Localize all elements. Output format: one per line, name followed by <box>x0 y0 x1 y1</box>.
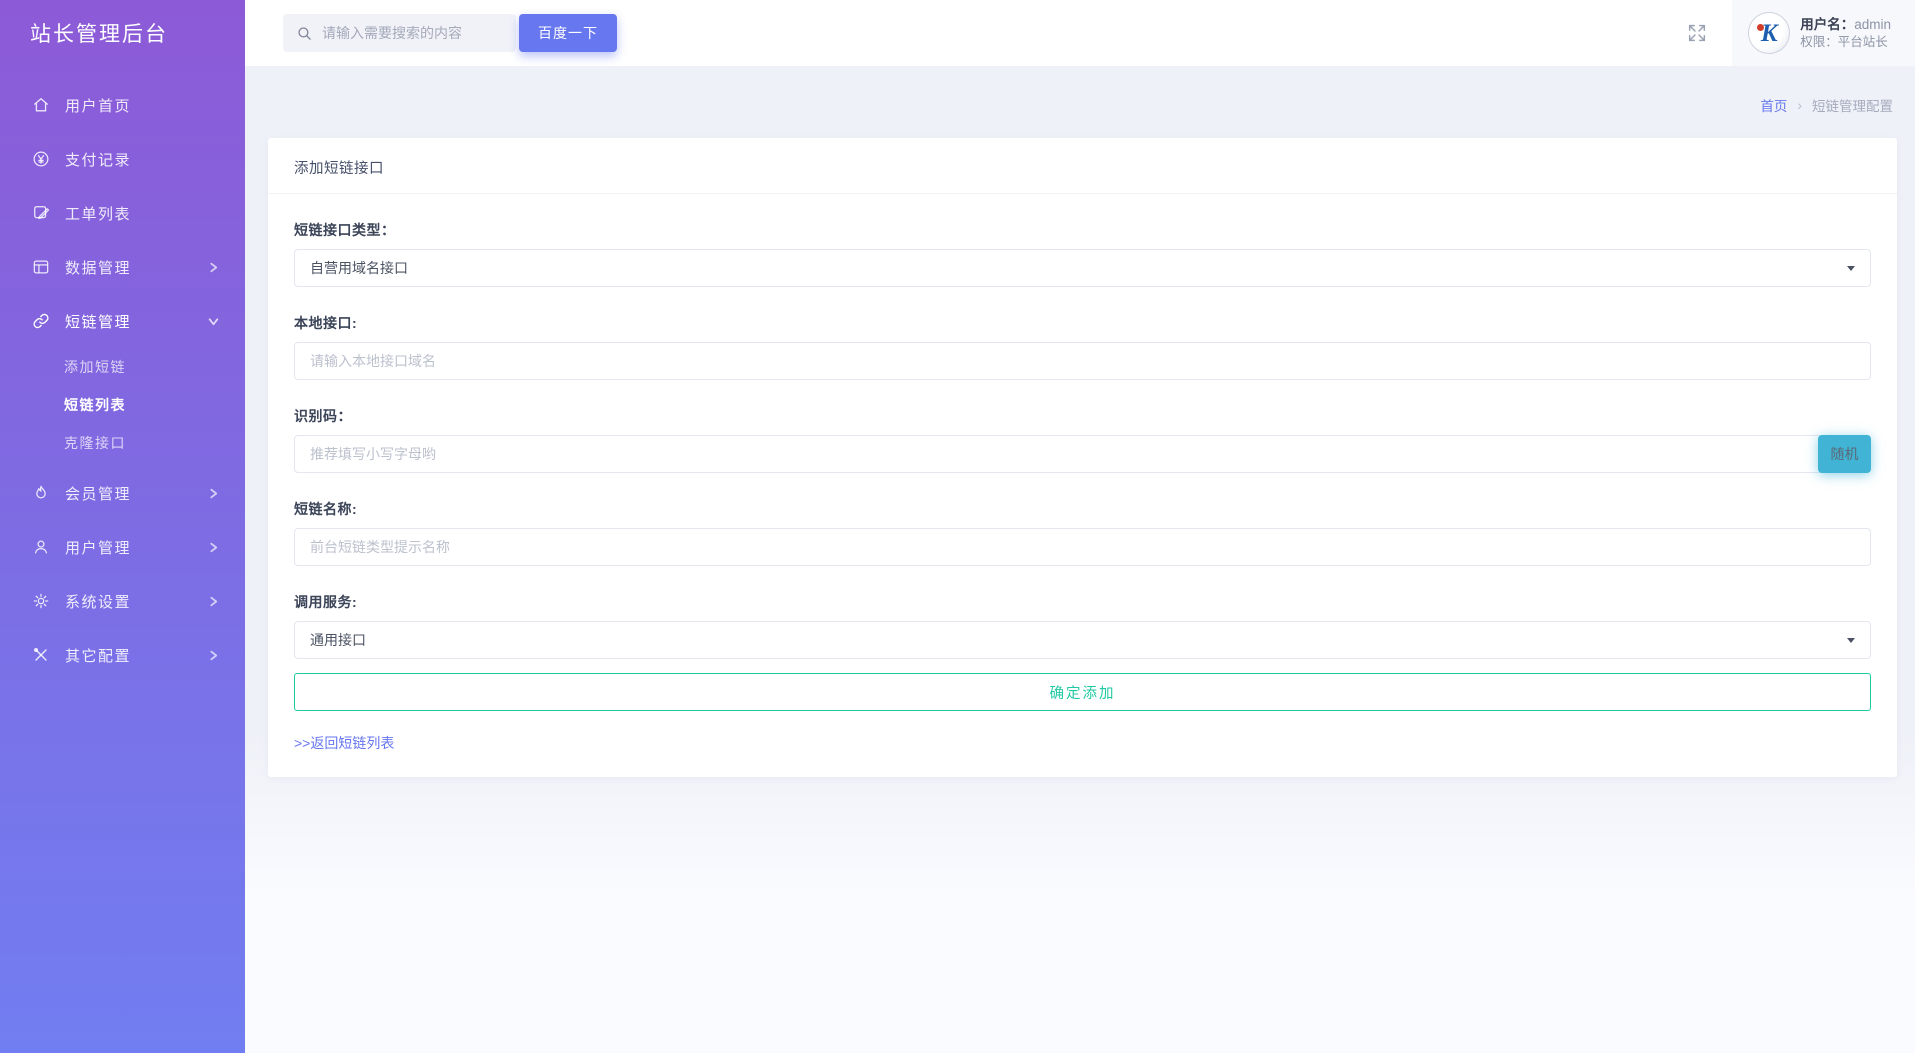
sidebar-item-system-settings[interactable]: 系统设置 <box>0 574 245 628</box>
sidebar-item-ticket-list[interactable]: 工单列表 <box>0 186 245 240</box>
breadcrumb-separator-icon: › <box>1797 97 1802 113</box>
app-title: 站长管理后台 <box>30 23 168 46</box>
home-icon <box>30 95 51 116</box>
search-input[interactable] <box>322 25 508 41</box>
user-block[interactable]: K 用户名：admin 权限：平台站长 <box>1732 0 1915 66</box>
sidebar-item-other-config[interactable]: 其它配置 <box>0 628 245 682</box>
app-layout: 站长管理后台 用户首页 支付记录 工单列表 数据管理 短链管理 添加短链 短链列… <box>0 0 1915 1053</box>
add-shortlink-card: 添加短链接口 短链接口类型： 自营用域名接口 本地接口: 请输入本地接口域名 识… <box>268 138 1897 777</box>
field-code: 识别码： 随机 <box>294 406 1871 473</box>
search-group: 百度一下 <box>283 14 617 52</box>
username-value: admin <box>1854 16 1891 32</box>
sidebar-item-label: 支付记录 <box>65 151 132 169</box>
local-api-input[interactable] <box>294 342 1871 380</box>
local-api-label: 本地接口: <box>294 315 358 331</box>
chain-link-icon <box>30 311 51 332</box>
shortlink-name-label: 短链名称: <box>294 501 358 517</box>
card-title: 添加短链接口 <box>268 138 1897 194</box>
confirm-add-button[interactable]: 确定添加 <box>294 673 1871 711</box>
role-value: 平台站长 <box>1837 35 1888 49</box>
code-label: 识别码： <box>294 408 352 424</box>
sidebar-item-label: 其它配置 <box>65 647 132 665</box>
chevron-right-icon <box>208 262 219 273</box>
shortlink-submenu: 添加短链 短链列表 克隆接口 <box>0 348 245 466</box>
ticket-icon <box>30 203 51 224</box>
sidebar-item-label: 用户首页 <box>65 97 132 115</box>
back-to-shortlink-list-link[interactable]: >>返回短链列表 <box>294 733 394 753</box>
search-box <box>283 14 516 52</box>
content-area: 首页 › 短链管理配置 添加短链接口 短链接口类型： 自营用域名接口 本地接口:… <box>245 66 1915 1053</box>
gear-icon <box>30 591 51 612</box>
search-button[interactable]: 百度一下 <box>519 14 617 52</box>
service-value: 通用接口 <box>310 632 366 648</box>
shortlink-name-input[interactable] <box>294 528 1871 566</box>
chevron-down-icon <box>208 316 219 327</box>
field-shortlink-name: 短链名称: <box>294 499 1871 566</box>
shortlink-type-select[interactable]: 自营用域名接口 <box>294 249 1871 287</box>
sidebar-item-user-home[interactable]: 用户首页 <box>0 78 245 132</box>
breadcrumb-current: 短链管理配置 <box>1812 99 1893 114</box>
field-service: 调用服务: 通用接口 <box>294 592 1871 659</box>
user-info: 用户名：admin 权限：平台站长 <box>1800 16 1891 49</box>
topbar: 百度一下 K 用户名：admin 权限：平台 <box>245 0 1915 66</box>
role-label: 权限： <box>1800 35 1838 49</box>
chevron-right-icon <box>208 542 219 553</box>
expand-icon[interactable] <box>1686 22 1708 44</box>
random-button[interactable]: 随机 <box>1818 435 1871 473</box>
tools-icon <box>30 645 51 666</box>
select-caret-icon <box>1847 265 1855 271</box>
sidebar-item-user-management[interactable]: 用户管理 <box>0 520 245 574</box>
chevron-right-icon <box>208 650 219 661</box>
avatar: K <box>1748 12 1791 54</box>
shortlink-type-label: 短链接口类型： <box>294 222 396 238</box>
username-label: 用户名： <box>1800 16 1855 32</box>
search-icon <box>298 26 311 40</box>
sidebar-item-member-management[interactable]: 会员管理 <box>0 466 245 520</box>
shortlink-type-value: 自营用域名接口 <box>310 260 408 276</box>
sidebar-subitem-clone-api[interactable]: 克隆接口 <box>0 424 245 462</box>
service-select[interactable]: 通用接口 <box>294 621 1871 659</box>
sidebar-subitem-add-shortlink[interactable]: 添加短链 <box>0 348 245 386</box>
sidebar-item-label: 短链管理 <box>65 313 132 331</box>
card-body: 短链接口类型： 自营用域名接口 本地接口: 识别码： <box>268 194 1897 777</box>
sidebar-item-label: 会员管理 <box>65 485 132 503</box>
select-caret-icon <box>1847 637 1855 643</box>
chevron-right-icon <box>208 488 219 499</box>
sidebar-item-label: 用户管理 <box>65 539 132 557</box>
chevron-right-icon <box>208 596 219 607</box>
field-local-api: 本地接口: <box>294 313 1871 380</box>
topbar-right: K 用户名：admin 权限：平台站长 <box>1686 0 1915 66</box>
user-icon <box>30 537 51 558</box>
sidebar-item-label: 工单列表 <box>65 205 132 223</box>
code-input[interactable] <box>294 435 1820 473</box>
data-table-icon <box>30 257 51 278</box>
sidebar-item-shortlink-management[interactable]: 短链管理 <box>0 294 245 348</box>
sidebar-item-label: 系统设置 <box>65 593 132 611</box>
flame-icon <box>30 483 51 504</box>
yen-circle-icon <box>30 149 51 170</box>
sidebar-item-label: 数据管理 <box>65 259 132 277</box>
sidebar: 站长管理后台 用户首页 支付记录 工单列表 数据管理 短链管理 添加短链 短链列… <box>0 0 245 1053</box>
sidebar-subitem-shortlink-list[interactable]: 短链列表 <box>0 386 245 424</box>
field-shortlink-type: 短链接口类型： 自营用域名接口 <box>294 220 1871 287</box>
service-label: 调用服务: <box>294 594 358 610</box>
sidebar-item-data-management[interactable]: 数据管理 <box>0 240 245 294</box>
sidebar-item-payment-records[interactable]: 支付记录 <box>0 132 245 186</box>
breadcrumb: 首页 › 短链管理配置 <box>268 66 1897 114</box>
main-column: 百度一下 K 用户名：admin 权限：平台 <box>245 0 1915 1053</box>
breadcrumb-home-link[interactable]: 首页 <box>1760 95 1787 115</box>
sidebar-menu: 用户首页 支付记录 工单列表 数据管理 短链管理 添加短链 短链列表 克隆接口 … <box>0 66 245 682</box>
